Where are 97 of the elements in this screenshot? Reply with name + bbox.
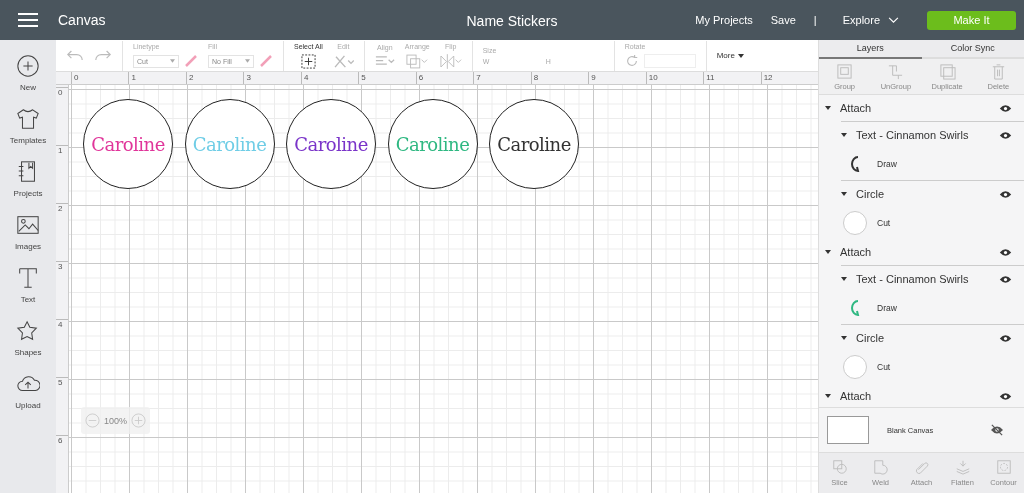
operation-label: Cut [877,362,891,372]
explore-dropdown[interactable]: Explore [842,14,899,26]
section-title: Canvas [58,12,106,28]
ruler-number: 11 [703,72,761,84]
ruler-number: 9 [588,72,646,84]
ruler-number: 0 [71,72,129,84]
group-icon [836,62,854,80]
ruler-number: 2 [56,203,68,261]
sidebar-item[interactable]: Text [16,266,40,304]
layer-name: Circle [856,188,886,200]
contour-icon [995,459,1012,475]
menu-icon[interactable] [18,13,38,27]
caret-icon[interactable] [841,336,847,340]
ruler-number: 4 [56,319,68,377]
shirt-icon [16,107,40,131]
document-title: Name Stickers [466,13,558,29]
more-dropdown[interactable]: More [716,51,744,60]
operation-label: Draw [877,159,897,169]
ruler-number: 7 [473,72,531,84]
operation-label: Draw [877,303,897,313]
layer-row[interactable]: Text - Cinnamon Swirls [841,122,1024,148]
layer-row[interactable]: Circle [841,325,1024,351]
eye-icon[interactable] [999,333,1012,343]
eye-icon[interactable] [999,130,1012,140]
plus-icon [16,54,40,78]
caret-icon[interactable] [825,394,831,398]
circle-sticker[interactable]: Caroline [489,99,579,189]
caret-icon[interactable] [825,106,831,110]
ruler-number: 0 [56,87,68,145]
layer-group-row[interactable]: Attach [819,95,1024,121]
layer-row[interactable]: Circle [841,181,1024,207]
caret-icon[interactable] [825,250,831,254]
caret-icon [737,53,744,58]
sticker-name: Caroline [91,133,165,155]
sticker-name: Caroline [497,133,571,155]
zoom-level: 100% [104,415,128,426]
layer-name: Text - Cinnamon Swirls [856,129,970,141]
slice-icon [831,459,848,475]
layers-icon [954,459,971,475]
sidebar-item[interactable]: Images [14,213,42,251]
layer-row[interactable]: Text - Cinnamon Swirls [841,266,1024,292]
layer-name: Text - Cinnamon Swirls [856,273,970,285]
layer-group-row[interactable]: Attach [819,239,1024,265]
sidebar-item[interactable]: Shapes [14,319,42,357]
sticker-name: Caroline [192,133,267,155]
circle-sticker[interactable]: Caroline [286,99,376,189]
paperclip-icon [913,459,930,475]
layer-group-row[interactable]: Attach [819,383,1024,407]
ruler-number: 3 [243,72,301,84]
separator: | [813,14,817,26]
sidebar-item[interactable]: New [16,54,40,92]
sidebar-item[interactable]: Templates [9,107,47,145]
ruler-number: 6 [56,435,68,493]
circle-thumbnail [843,211,867,235]
eye-icon[interactable] [999,103,1012,113]
caret-icon[interactable] [841,192,847,196]
circle-sticker[interactable]: Caroline [83,99,173,189]
caret-icon[interactable] [841,277,847,281]
ruler-number: 1 [56,145,68,203]
ruler-number: 8 [530,72,589,84]
ungroup-icon [887,62,905,80]
caret-icon[interactable] [841,133,847,137]
sticker-name: Caroline [294,133,368,155]
star-icon [16,319,40,343]
blank-canvas-thumbnail[interactable] [827,416,869,444]
ruler-number: 3 [56,261,68,319]
ruler-number: 5 [358,72,416,84]
chevron-down-icon[interactable] [888,16,899,24]
letter-icon [16,266,40,290]
sidebar-item[interactable]: Projects [13,160,43,198]
ruler-number: 10 [645,72,704,84]
eye-icon[interactable] [999,274,1012,284]
duplicate-icon [938,62,956,80]
eye-icon[interactable] [999,247,1012,257]
eye-icon[interactable] [999,391,1012,401]
ruler-number: 1 [128,72,186,84]
ruler-number: 5 [56,377,68,435]
select-all-icon[interactable] [300,53,316,69]
sidebar-item[interactable]: Upload [15,372,41,410]
weld-icon [872,459,889,475]
layer-name: Circle [856,332,886,344]
header-link[interactable]: My Projects [695,14,753,26]
header-link[interactable]: Save [770,14,796,26]
caret-icon [245,59,250,63]
ruler-number: 4 [300,72,359,84]
layer-name: Attach [840,390,873,402]
circle-thumbnail [843,355,867,379]
image-icon [16,213,40,237]
operation-label: Cut [877,218,891,228]
layer-name: Attach [840,246,873,258]
sticker-name: Caroline [395,133,470,155]
eye-icon[interactable] [999,189,1012,199]
ruler-number: 6 [415,72,474,84]
layer-name: Attach [840,102,873,114]
ruler-number: 2 [185,72,244,84]
hidden-eye-icon[interactable] [990,424,1004,436]
caret-icon [170,59,175,63]
